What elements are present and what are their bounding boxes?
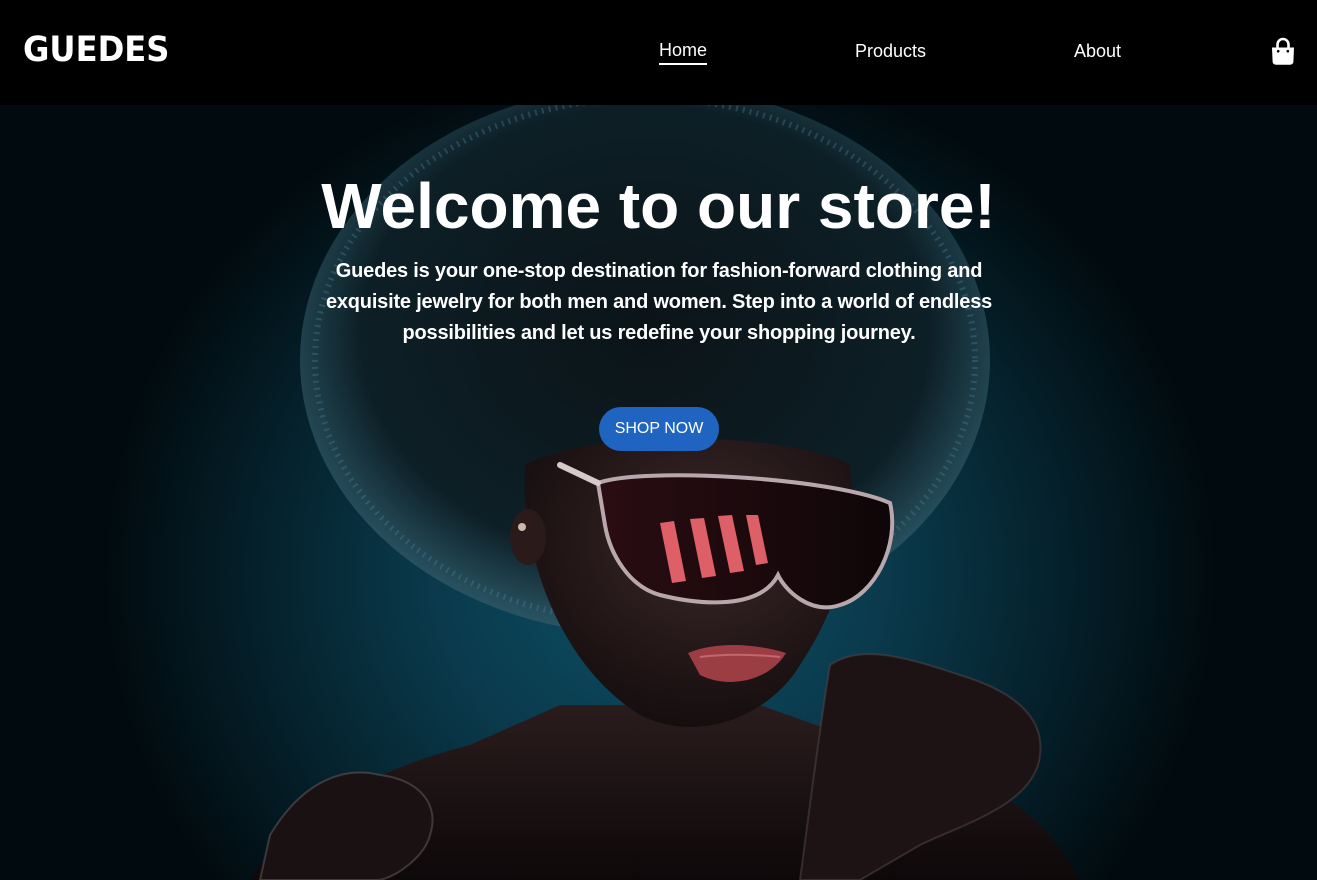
hero-description: Guedes is your one-stop destination for … (325, 260, 993, 344)
nav-link-about[interactable]: About (1074, 40, 1121, 62)
nav-link-products[interactable]: Products (855, 40, 926, 62)
top-navbar: GUEDES Home Products About (0, 0, 1317, 105)
brand-logo[interactable]: GUEDES (23, 30, 169, 70)
nav-link-home[interactable]: Home (659, 39, 708, 65)
hero-title: Welcome to our store! (321, 170, 996, 242)
shop-now-button[interactable]: SHOP NOW (599, 407, 719, 451)
hero-section: Welcome to our store! Guedes is your one… (0, 105, 1317, 880)
shopping-bag-icon[interactable] (1268, 36, 1298, 66)
